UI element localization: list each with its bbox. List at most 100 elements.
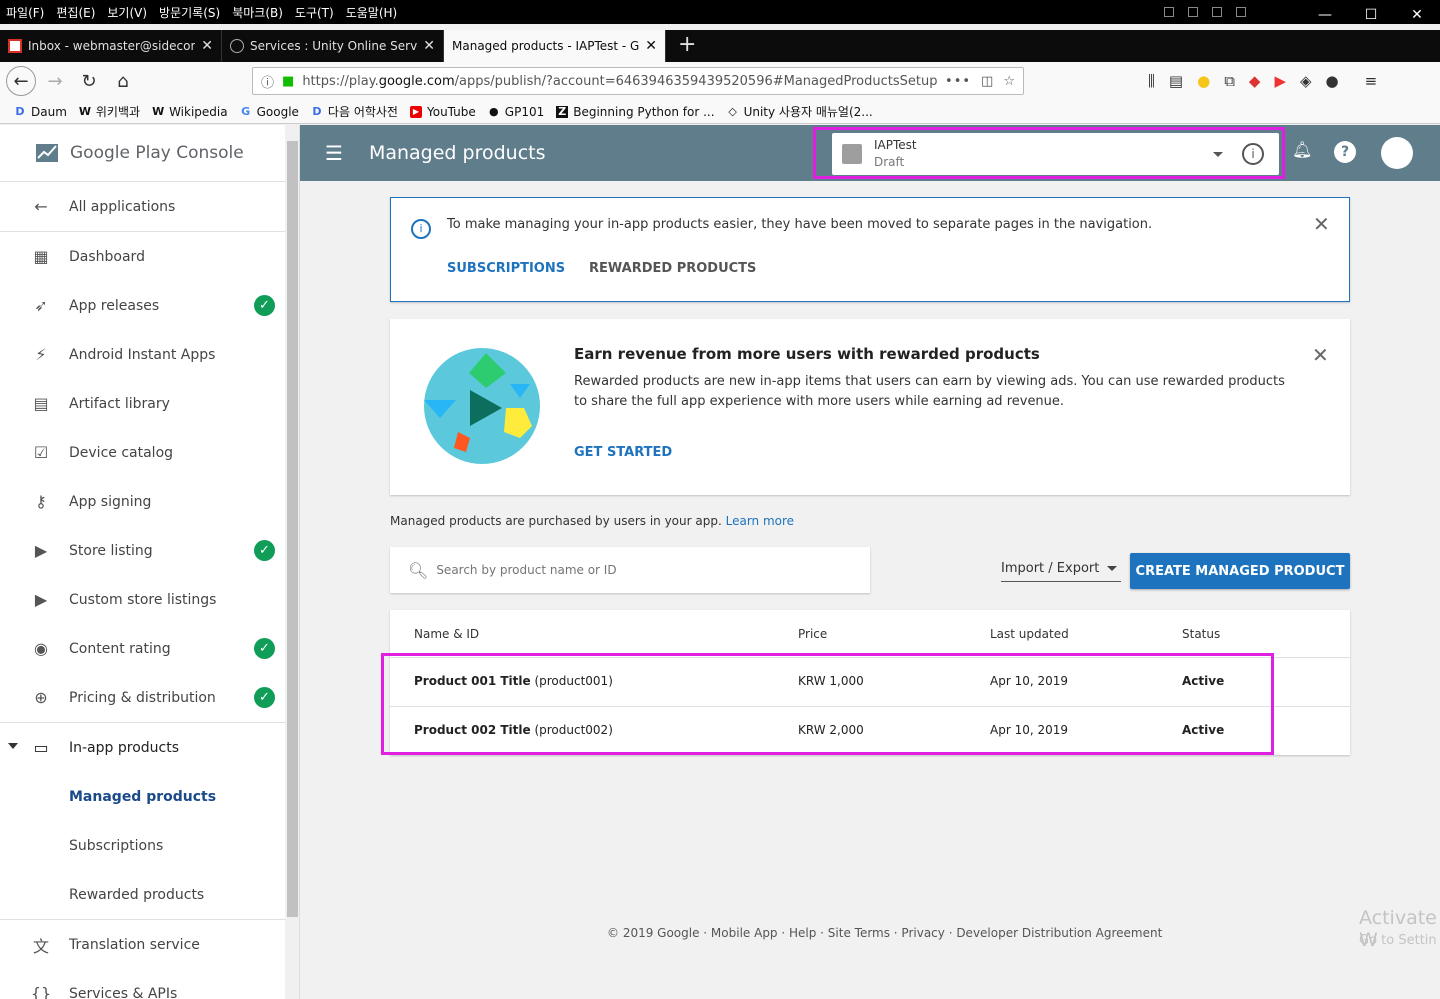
extension-icon[interactable]: ● [1326, 72, 1339, 90]
sidebar-item-app-releases[interactable]: ➶ App releases ✓ [0, 281, 285, 330]
bookmark-google[interactable]: G Google [240, 105, 299, 119]
learn-more-link[interactable]: Learn more [726, 514, 794, 528]
tab-managed-products[interactable]: Managed products - IAPTest - Goo ✕ [444, 30, 666, 62]
info-icon[interactable]: ⓘ [261, 72, 274, 91]
sidebar-item-label: All applications [69, 198, 176, 215]
import-export-dropdown[interactable]: Import / Export [1001, 561, 1121, 582]
library-icon[interactable]: ⫼ [1148, 72, 1155, 90]
avatar[interactable] [1381, 137, 1413, 169]
close-tab-icon[interactable]: ✕ [645, 38, 657, 54]
extension-icon[interactable]: ● [1197, 72, 1210, 90]
bookmark-gp101[interactable]: ● GP101 [488, 105, 544, 119]
bookmark-wikipedia[interactable]: W Wikipedia [152, 105, 228, 119]
sidebar-item-rewarded-products[interactable]: Rewarded products [0, 870, 285, 919]
sidebar-item-dashboard[interactable]: ▦ Dashboard [0, 232, 285, 281]
bookmark-label: Wikipedia [169, 104, 228, 119]
close-tab-icon[interactable]: ✕ [423, 38, 435, 54]
sidebar-item-managed-products[interactable]: Managed products [0, 772, 285, 821]
sidebar-item-label: Dashboard [69, 248, 145, 265]
tray-icons [1164, 7, 1246, 17]
promo-title: Earn revenue from more users with reward… [574, 345, 1040, 363]
close-tab-icon[interactable]: ✕ [201, 38, 213, 54]
url-text[interactable]: https://play.google.com/apps/publish/?ac… [302, 74, 937, 89]
sidebar-item-custom-store-listings[interactable]: ▶ Custom store listings [0, 575, 285, 624]
menu-help[interactable]: 도움말(H) [346, 4, 398, 21]
bookmark-python[interactable]: Z Beginning Python for ... [556, 105, 715, 119]
unity-icon: ◇ [728, 104, 737, 118]
sidebar-icon[interactable]: ▤ [1169, 72, 1183, 90]
sidebar-item-pricing[interactable]: ⊕ Pricing & distribution ✓ [0, 673, 285, 722]
pocket-icon[interactable]: ◫ [981, 74, 993, 89]
sidebar-item-store-listing[interactable]: ▶ Store listing ✓ [0, 526, 285, 575]
wikipedia-icon: W [78, 104, 92, 118]
home-icon[interactable]: ⌂ [108, 66, 138, 96]
sidebar-item-translation[interactable]: 文 Translation service [0, 920, 285, 969]
tab-unity[interactable]: Services : Unity Online Services ✕ [222, 30, 444, 62]
card-icon: ▭ [33, 738, 49, 757]
sidebar-item-label: Subscriptions [69, 837, 164, 854]
menu-history[interactable]: 방문기록(S) [159, 4, 220, 21]
menu-bookmarks[interactable]: 북마크(B) [232, 4, 283, 21]
extension-icon[interactable]: ◆ [1249, 72, 1261, 90]
reload-icon[interactable]: ↻ [74, 66, 104, 96]
menu-tools[interactable]: 도구(T) [295, 4, 334, 21]
sidebar-item-artifact-library[interactable]: ▤ Artifact library [0, 379, 285, 428]
menu-file[interactable]: 파일(F) [6, 4, 44, 21]
bookmark-unity-manual[interactable]: ◇ Unity 사용자 매뉴얼(2... [727, 103, 873, 120]
search-box[interactable]: 🔍︎ [390, 547, 870, 593]
sidebar-scrollbar[interactable] [285, 125, 299, 999]
bookmark-dictionary[interactable]: D 다음 어학사전 [311, 103, 398, 120]
bookmark-label: Unity 사용자 매뉴얼(2... [743, 105, 873, 119]
minimize-icon[interactable]: — [1302, 0, 1348, 30]
bookmark-daum[interactable]: D Daum [14, 104, 67, 119]
sidebar-item-instant-apps[interactable]: ⚡ Android Instant Apps [0, 330, 285, 379]
play-console-logo[interactable]: Google Play Console [0, 125, 285, 182]
new-tab-icon[interactable]: + [666, 30, 708, 62]
extension-icon[interactable]: ⧉ [1224, 72, 1235, 90]
bookmark-youtube[interactable]: ▶ YouTube [409, 105, 476, 119]
sidebar-item-device-catalog[interactable]: ☑ Device catalog [0, 428, 285, 477]
instant-icon: ⚡ [35, 345, 47, 364]
hamburger-menu-icon[interactable]: ≡ [1365, 72, 1378, 90]
expand-caret-icon[interactable] [8, 743, 18, 749]
extension-icon[interactable]: ▶ [1274, 72, 1286, 90]
forward-icon[interactable]: → [40, 66, 70, 96]
create-managed-product-button[interactable]: CREATE MANAGED PRODUCT [1130, 553, 1350, 589]
get-started-link[interactable]: GET STARTED [574, 445, 672, 460]
page-actions-icon[interactable]: ••• [945, 74, 971, 89]
sidebar-item-label: Content rating [69, 640, 171, 657]
bookmark-star-icon[interactable]: ☆ [1003, 74, 1015, 89]
search-input[interactable] [436, 563, 837, 577]
close-icon[interactable]: ✕ [1312, 343, 1329, 367]
close-window-icon[interactable]: ✕ [1394, 0, 1440, 30]
back-icon[interactable]: ← [6, 66, 36, 96]
subscriptions-link[interactable]: SUBSCRIPTIONS [447, 261, 565, 276]
navigation-notice: i To make managing your in-app products … [390, 197, 1350, 302]
sidebar-item-in-app-products[interactable]: ▭ In-app products [0, 723, 285, 772]
extension-icon[interactable]: ◈ [1300, 72, 1312, 90]
daum-icon: D [312, 104, 322, 118]
menu-view[interactable]: 보기(V) [107, 4, 147, 21]
sidebar-item-app-signing[interactable]: ⚷ App signing [0, 477, 285, 526]
sidebar-item-content-rating[interactable]: ◉ Content rating ✓ [0, 624, 285, 673]
scrollbar-thumb[interactable] [287, 141, 298, 917]
bookmark-label: Daum [31, 104, 67, 119]
hamburger-menu-icon[interactable]: ☰ [325, 141, 343, 165]
translate-icon: 文 [32, 936, 49, 956]
close-icon[interactable]: ✕ [1313, 212, 1330, 236]
rewarded-products-link[interactable]: REWARDED PRODUCTS [589, 261, 756, 276]
youtube-icon: ▶ [409, 105, 422, 118]
bookmark-wiki-ko[interactable]: W 위키백과 [79, 103, 140, 120]
tab-gmail[interactable]: Inbox - webmaster@sidecomm ✕ [0, 30, 222, 62]
help-icon[interactable]: ? [1334, 141, 1356, 163]
url-bar[interactable]: ⓘ ■ https://play.google.com/apps/publish… [252, 67, 1024, 95]
sidebar-item-subscriptions[interactable]: Subscriptions [0, 821, 285, 870]
tray-icon [1164, 7, 1174, 17]
sidebar-item-all-applications[interactable]: ← All applications [0, 182, 285, 231]
bookmark-label: 위키백과 [95, 105, 141, 119]
notifications-icon[interactable]: 🔔︎ [1292, 140, 1312, 159]
sidebar-item-services-apis[interactable]: {} Services & APIs [0, 969, 285, 999]
maximize-icon[interactable]: ☐ [1348, 0, 1394, 30]
search-icon: 🔍︎ [408, 560, 429, 580]
menu-edit[interactable]: 편집(E) [56, 4, 95, 21]
